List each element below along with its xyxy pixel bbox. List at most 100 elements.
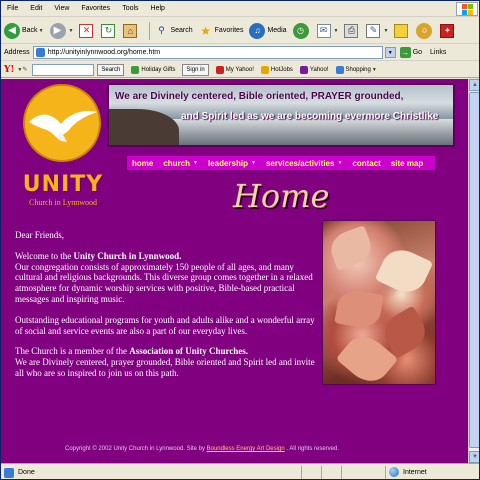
scroll-down-button[interactable]: ▼ <box>469 451 479 463</box>
welcome-intro: Welcome to the <box>15 250 74 261</box>
dove-icon <box>29 110 97 142</box>
zone-label: Internet <box>403 468 427 476</box>
address-dropdown-button[interactable]: ▼ <box>384 47 396 58</box>
chevron-down-icon[interactable]: ▼ <box>69 28 74 34</box>
copyright-text: Copyright © 2002 Unity Church in Lynnwoo… <box>65 446 207 452</box>
globe-icon <box>389 467 399 477</box>
research-button[interactable]: ✦ <box>440 23 456 38</box>
menu-edit[interactable]: Edit <box>24 5 48 12</box>
search-button[interactable]: ⚲ Search <box>154 24 192 38</box>
yahoo-icon <box>299 65 308 74</box>
nav-services-activities[interactable]: services/activities ▼ <box>261 159 347 168</box>
menu-tools[interactable]: Tools <box>116 5 144 12</box>
home-button[interactable]: ⌂ <box>123 23 139 38</box>
back-button[interactable]: ◀ Back ▼ <box>4 22 44 39</box>
mail-icon: ✉ <box>316 23 331 38</box>
refresh-icon: ↻ <box>101 23 116 38</box>
favorites-button[interactable]: ★ Favorites <box>199 24 243 38</box>
vertical-scrollbar[interactable]: ▲ ▼ <box>468 79 479 463</box>
unity-logo[interactable]: UNITY Church in Lynnwood <box>15 84 111 214</box>
my-yahoo-icon <box>215 65 224 74</box>
scroll-thumb[interactable] <box>469 92 479 448</box>
banner-line-1: We are Divinely centered, Bible oriented… <box>115 91 404 102</box>
page-viewport: UNITY Church in Lynnwood We are Divinely… <box>1 79 468 463</box>
chevron-down-icon: ▼ <box>193 160 198 166</box>
web-page: UNITY Church in Lynnwood We are Divinely… <box>7 79 463 463</box>
address-label: Address <box>4 49 30 56</box>
shopping-label: Shopping <box>345 66 371 73</box>
media-icon: ♫ <box>249 22 266 39</box>
links-button[interactable]: Links <box>430 49 446 56</box>
search-icon: ⚲ <box>158 25 165 35</box>
menu-favorites[interactable]: Favorites <box>75 5 116 12</box>
shopping-link[interactable]: Shopping ▼ <box>335 65 377 74</box>
media-button[interactable]: ♫ Media <box>249 22 287 39</box>
nav-home-label: home <box>132 158 154 168</box>
menu-view[interactable]: View <box>48 5 75 12</box>
nav-services-label: services/activities <box>265 158 335 168</box>
edit-button[interactable]: ✎ ▼ <box>366 23 388 38</box>
chevron-down-icon[interactable]: ▼ <box>372 67 377 73</box>
menu-file[interactable]: File <box>1 5 24 12</box>
go-button[interactable]: → Go <box>399 47 422 58</box>
windows-logo-icon <box>456 2 478 16</box>
menu-help[interactable]: Help <box>145 5 171 12</box>
forward-arrow-icon: ▶ <box>49 22 66 39</box>
chevron-down-icon[interactable]: ▼ <box>334 28 339 34</box>
print-button[interactable]: ⎙ <box>344 23 360 38</box>
rights-text: . All rights reserved. <box>284 446 340 452</box>
address-input[interactable]: http://unityinlynnwood.org/home.htm <box>32 46 383 59</box>
logo-circle <box>23 84 101 162</box>
church-name: Unity Church in Lynnwood. <box>73 250 182 261</box>
hotjobs-label: HotJobs <box>270 66 293 73</box>
security-zone: Internet <box>389 467 427 477</box>
address-bar: Address http://unityinlynnwood.org/home.… <box>1 45 479 61</box>
history-button[interactable]: ◷ <box>292 22 311 39</box>
stop-button[interactable]: ✕ <box>79 23 95 38</box>
back-arrow-icon: ◀ <box>4 22 20 39</box>
forward-button[interactable]: ▶ ▼ <box>49 22 74 39</box>
stop-icon: ✕ <box>79 23 94 38</box>
page-done-icon <box>4 467 14 478</box>
yahoo-link[interactable]: Yahoo! <box>299 65 329 74</box>
designer-link[interactable]: Boundless Energy Art Design <box>207 446 285 452</box>
scroll-up-button[interactable]: ▲ <box>469 79 479 91</box>
autumn-leaves-photo <box>322 220 436 385</box>
pencil-icon[interactable]: ✎ <box>22 66 27 73</box>
go-arrow-icon: → <box>399 47 411 58</box>
yahoo-search-button[interactable]: Search <box>97 63 125 76</box>
refresh-button[interactable]: ↻ <box>101 23 117 38</box>
yahoo-logo-icon[interactable]: Y! <box>4 65 14 75</box>
leaf-shape <box>374 243 434 299</box>
association-name: Association of Unity Churches. <box>129 346 249 357</box>
logo-subtitle: Church in Lynnwood <box>29 198 97 207</box>
print-icon: ⎙ <box>344 23 359 38</box>
my-yahoo-link[interactable]: My Yahoo! <box>215 65 254 74</box>
toolbar-separator <box>149 21 151 40</box>
holiday-gifts-link[interactable]: Holiday Gifts <box>131 65 176 74</box>
nav-contact[interactable]: contact <box>347 159 385 168</box>
association-body: We are Divinely centered, prayer grounde… <box>15 357 315 378</box>
mail-button[interactable]: ✉ ▼ <box>316 23 339 38</box>
media-label: Media <box>267 27 287 34</box>
chevron-down-icon[interactable]: ▼ <box>39 28 44 34</box>
chevron-down-icon[interactable]: ▼ <box>383 28 388 34</box>
status-divider <box>385 466 386 479</box>
discuss-button[interactable] <box>394 23 410 38</box>
leaf-shape <box>326 225 376 271</box>
nav-site-map[interactable]: site map <box>386 159 428 168</box>
yahoo-label: Yahoo! <box>309 66 329 73</box>
chevron-down-icon: ▼ <box>250 160 256 166</box>
page-title: Home <box>233 177 330 215</box>
banner-rock <box>109 109 179 145</box>
nav-leadership[interactable]: leadership ▼ <box>203 159 261 168</box>
nav-home[interactable]: home <box>127 159 158 168</box>
sign-in-button[interactable]: Sign in <box>182 63 209 76</box>
association-intro: The Church is a member of the <box>15 346 130 357</box>
nav-contact-label: contact <box>352 158 381 168</box>
yahoo-search-input[interactable] <box>32 63 95 76</box>
hotjobs-link[interactable]: HotJobs <box>260 65 293 74</box>
nav-church[interactable]: church ▼ <box>158 159 203 168</box>
holiday-gifts-label: Holiday Gifts <box>141 66 176 73</box>
messenger-button[interactable]: ☺ <box>416 22 434 39</box>
